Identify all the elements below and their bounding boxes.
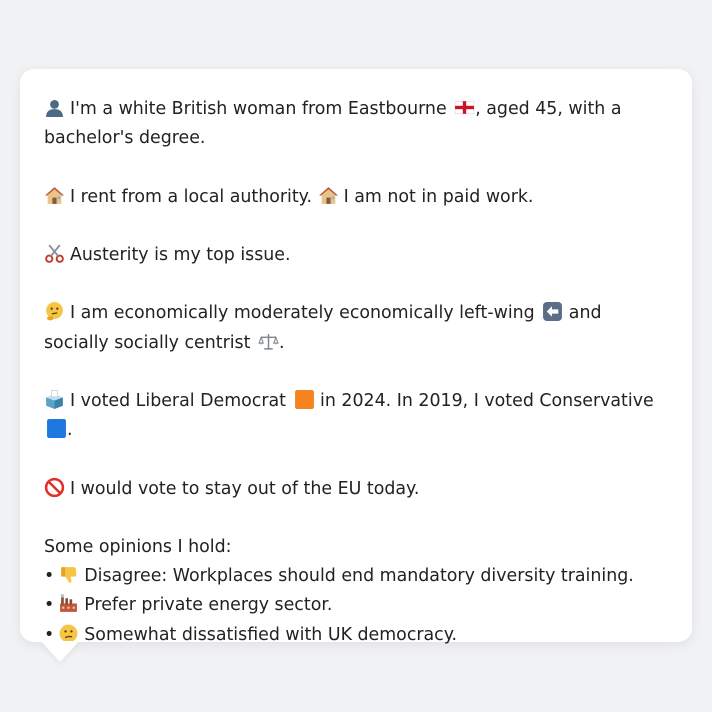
opinions-heading: Some opinions I hold: [44,536,232,557]
persona-message-bubble: I'm a white British woman from Eastbourn… [20,69,692,645]
housing-paragraph: I rent from a local authority. I am not … [44,183,668,212]
orange-square-icon [294,389,315,410]
house-icon [44,185,65,206]
left-arrow-icon [542,301,563,322]
opinion-text: Prefer private energy sector. [84,595,333,616]
opinions-section: Some opinions I hold: • Disagree: Workpla… [44,533,668,650]
bullet: • [44,566,55,587]
votes-text-middle: in 2024. In 2019, I voted Conservative [320,390,654,411]
ideology-paragraph: I am economically moderately economicall… [44,299,668,357]
bullet: • [44,595,55,616]
factory-icon [58,593,79,614]
balance-scale-icon [258,331,279,352]
opinion-item: • Somewhat dissatisfied with UK democracy… [44,621,668,650]
ideology-text-before: I am economically moderately economicall… [70,303,535,324]
votes-text-end: . [67,420,73,441]
house-icon [318,185,339,206]
bubble-tail [41,641,79,662]
votes-text-before: I voted Liberal Democrat [70,390,286,411]
intro-paragraph: I'm a white British woman from Eastbourn… [44,95,668,153]
eu-paragraph: I would vote to stay out of the EU today… [44,475,668,504]
ballot-box-icon [44,389,65,410]
prohibited-icon [44,477,65,498]
housing-rent-text: I rent from a local authority. [70,186,313,207]
ideology-text-end: . [278,332,285,353]
opinion-text: Disagree: Workplaces should end mandator… [84,566,634,587]
eu-text: I would vote to stay out of the EU today… [70,478,420,499]
opinion-text: Somewhat dissatisfied with UK democracy. [84,624,458,645]
issue-text: Austerity is my top issue. [70,244,291,265]
issue-paragraph: Austerity is my top issue. [44,241,668,270]
scissors-icon [44,243,65,264]
votes-paragraph: I voted Liberal Democrat in 2024. In 201… [44,387,668,445]
opinion-item: • Disagree: Workplaces should end mandato… [44,562,668,591]
thinking-face-icon [44,301,65,322]
england-flag-icon [454,97,475,118]
blue-square-icon [46,418,67,439]
housing-work-text: I am not in paid work. [343,186,534,207]
opinion-item: • Prefer private energy sector. [44,591,668,620]
thumbs-down-icon [58,564,79,585]
intro-text: I'm a white British woman from Eastbourn… [70,99,447,119]
person-silhouette-icon [44,97,65,118]
